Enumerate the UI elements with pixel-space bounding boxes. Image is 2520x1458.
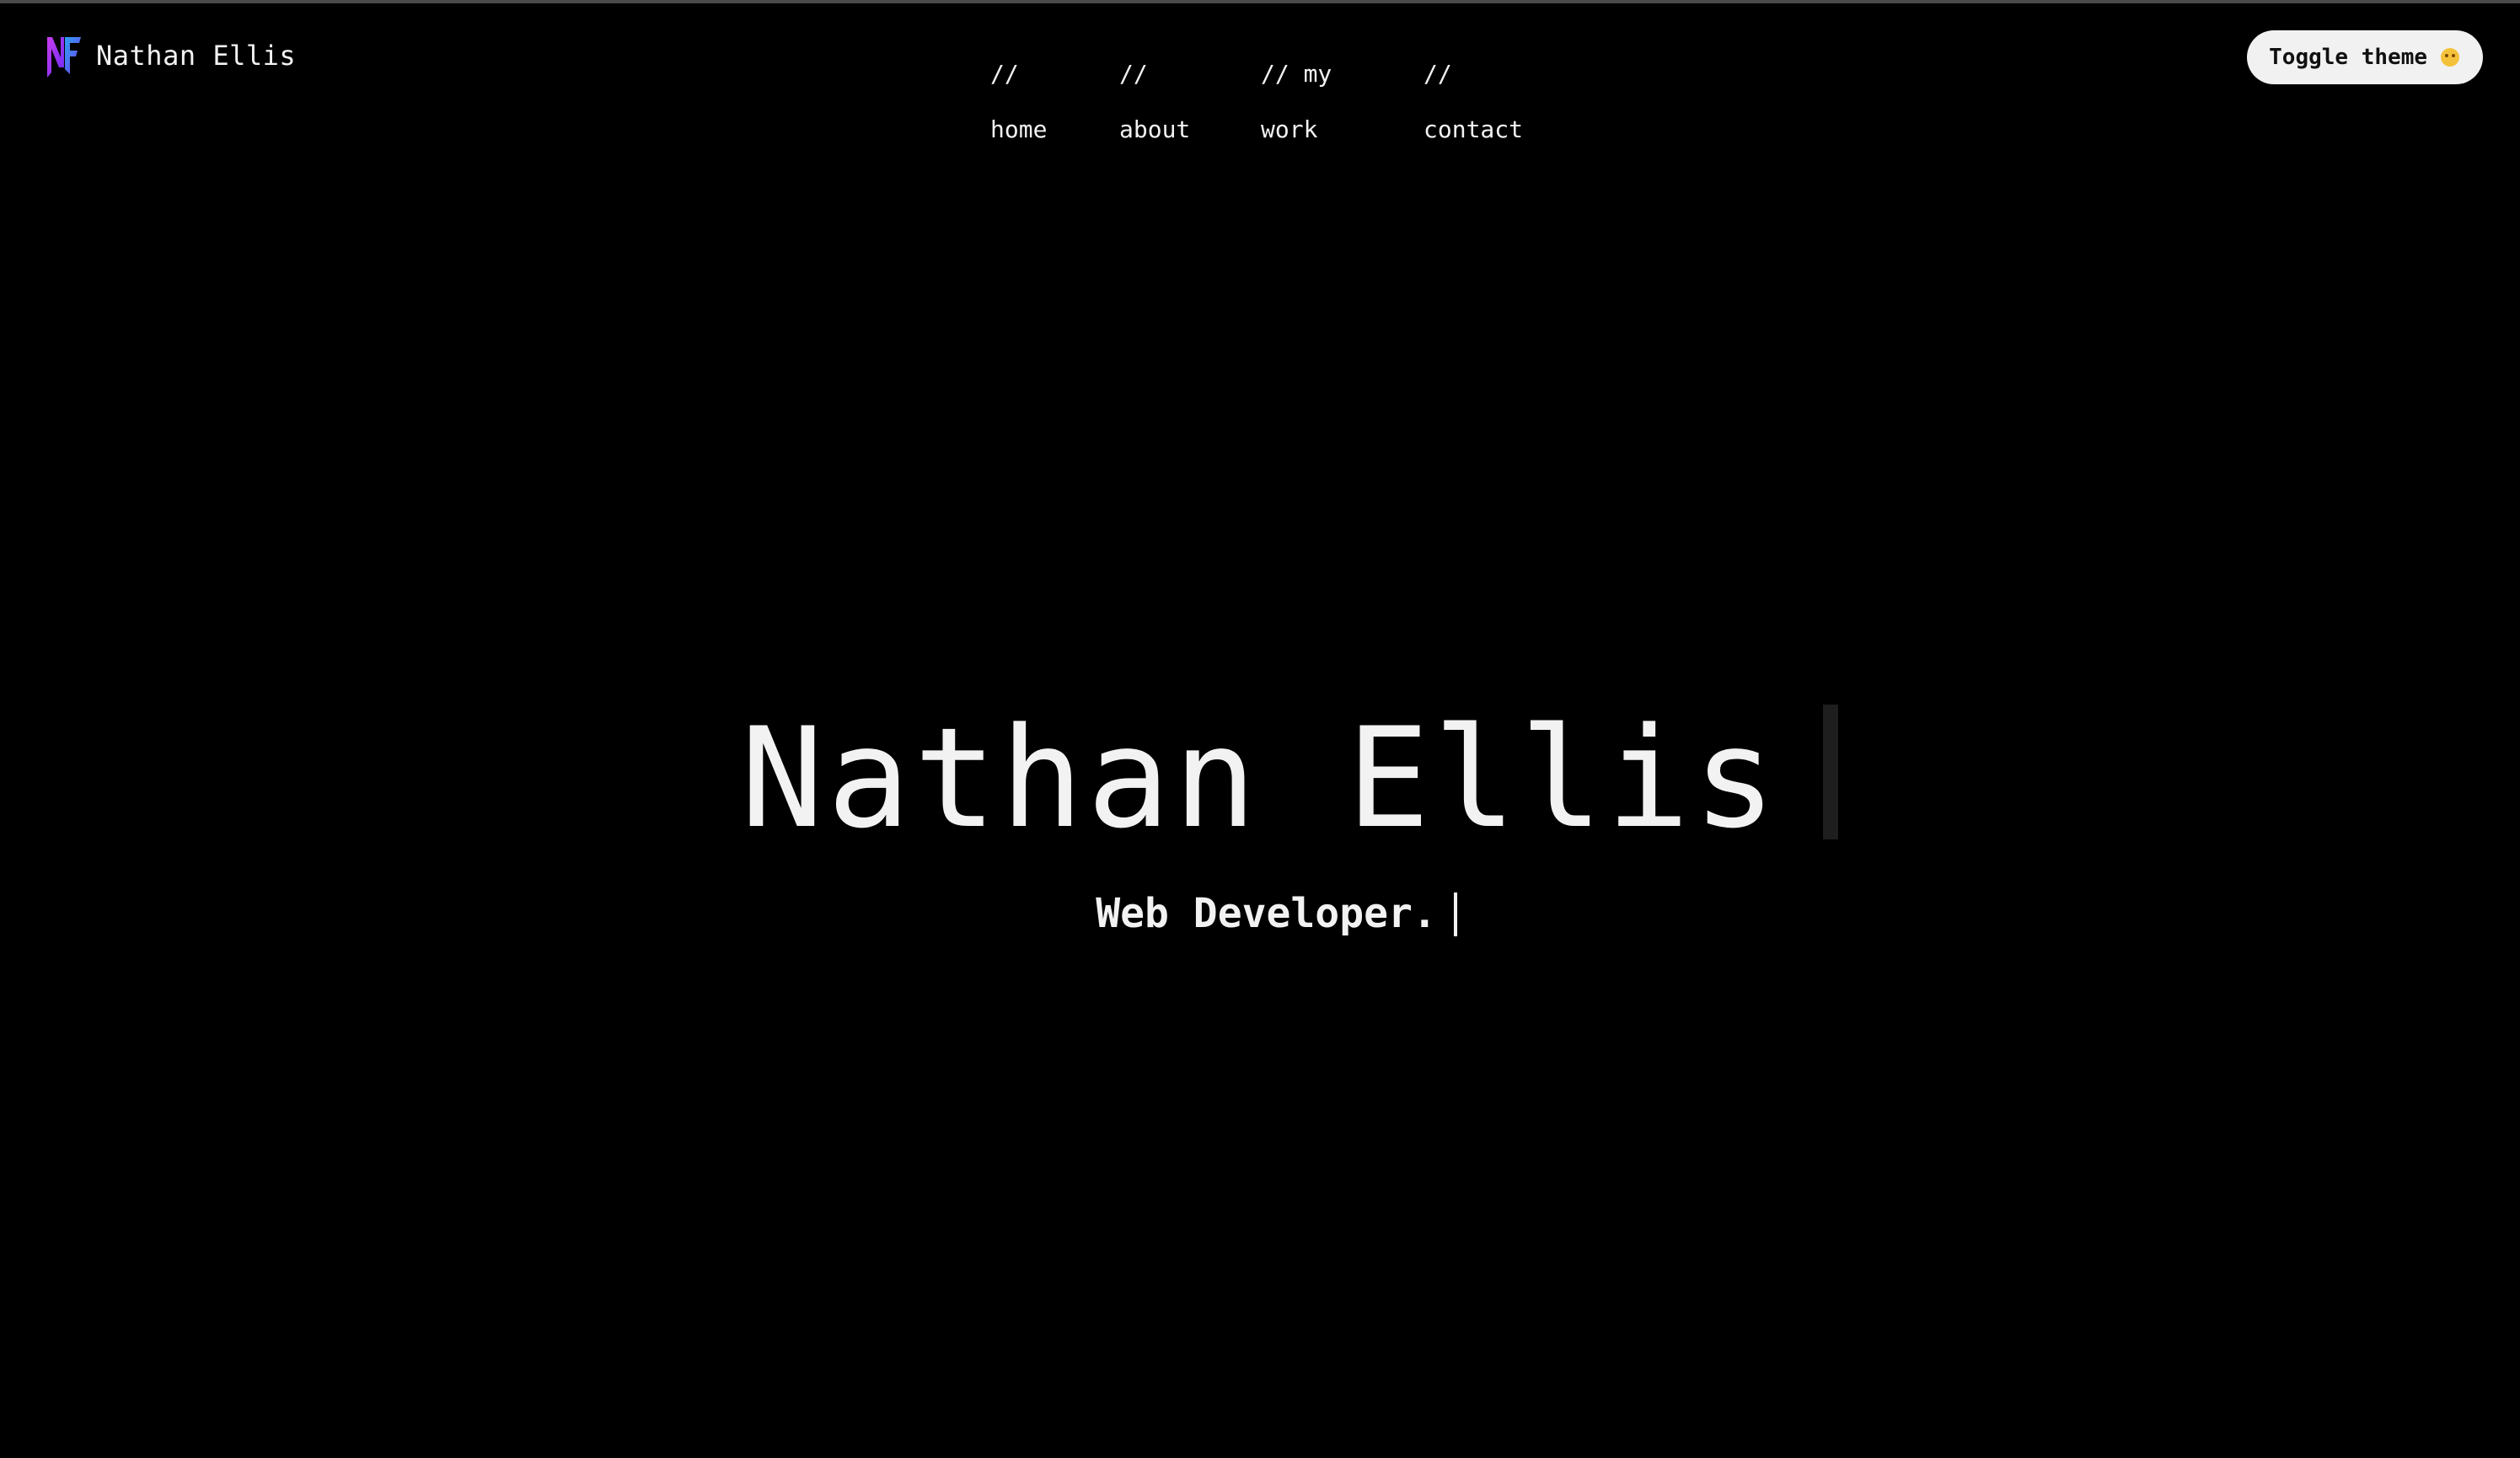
hero-subtitle-wrapper: Web Developer. — [1096, 884, 1457, 943]
main-nav: // home // about // my work // contact — [0, 32, 2520, 143]
toggle-theme-label: Toggle theme — [2269, 45, 2427, 70]
hero-subtitle-text: Web Developer. — [1096, 890, 1437, 937]
hero-title: Nathan Ellis — [0, 694, 2520, 863]
nav-link-my-work[interactable]: // my work — [1261, 32, 1332, 143]
hero-subtitle: Web Developer. — [0, 884, 2520, 943]
nav-link-home-prefix: // — [990, 60, 1019, 88]
nav-link-contact-label: contact — [1424, 115, 1524, 143]
nav-link-about-prefix: // — [1119, 60, 1148, 88]
typing-cursor-line — [1453, 892, 1457, 936]
hero-title-text: Nathan Ellis — [740, 698, 1780, 859]
nav-link-my-work-prefix: // my — [1261, 60, 1332, 88]
nav-link-contact[interactable]: // contact — [1424, 32, 1523, 143]
page: Nathan Ellis // home // about // my work… — [0, 0, 2520, 1458]
smiley-emoji-icon — [2441, 48, 2459, 67]
hero-title-wrapper: Nathan Ellis — [740, 694, 1839, 863]
nav-link-my-work-label: work — [1261, 115, 1318, 143]
typing-cursor-block — [1823, 705, 1839, 839]
nav-link-about[interactable]: // about — [1119, 32, 1190, 143]
nav-link-home-label: home — [990, 115, 1048, 143]
nav-link-contact-prefix: // — [1424, 60, 1452, 88]
toggle-theme-button[interactable]: Toggle theme — [2247, 30, 2483, 84]
nav-link-home[interactable]: // home — [990, 32, 1047, 143]
nav-link-about-label: about — [1119, 115, 1191, 143]
site-header: Nathan Ellis // home // about // my work… — [0, 3, 2520, 143]
